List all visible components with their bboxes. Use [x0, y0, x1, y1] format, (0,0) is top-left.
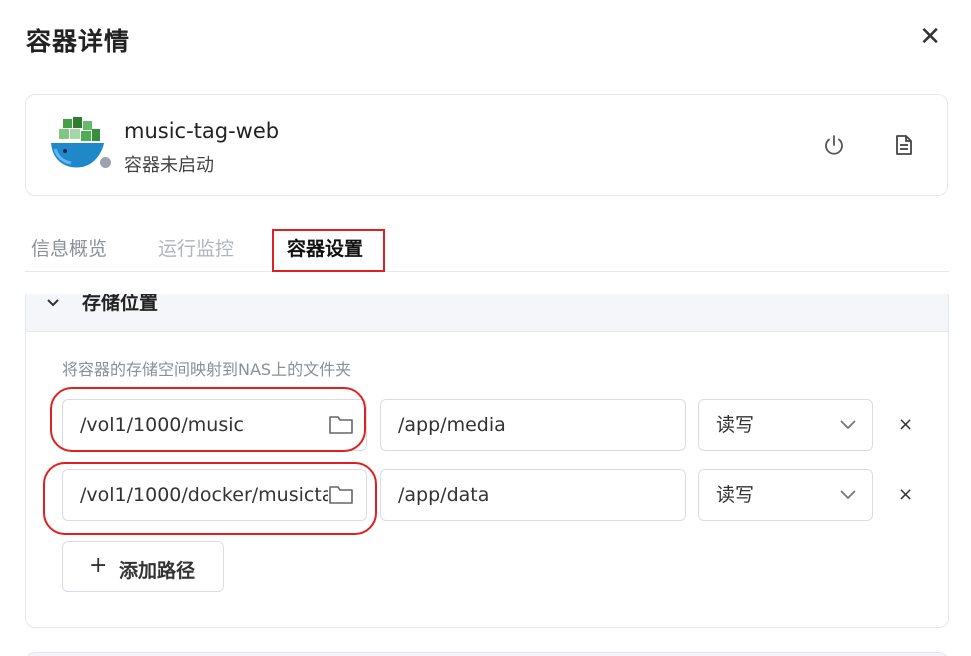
status-dot	[98, 155, 113, 170]
tab-monitor[interactable]: 运行监控	[158, 234, 234, 261]
dialog-title: 容器详情	[26, 27, 131, 56]
annotation-box	[43, 462, 377, 535]
log-file-icon[interactable]	[892, 133, 916, 157]
container-name: music-tag-web	[124, 119, 280, 143]
permission-value: 读写	[716, 414, 755, 436]
storage-section-header[interactable]: 存储位置	[26, 294, 948, 332]
container-card: music-tag-web 容器未启动	[25, 94, 948, 196]
add-path-button[interactable]: + 添加路径	[62, 541, 224, 592]
docker-whale-icon	[51, 117, 104, 168]
plus-icon: +	[89, 553, 108, 578]
power-icon[interactable]	[822, 133, 846, 157]
storage-description: 将容器的存储空间映射到NAS上的文件夹	[62, 360, 352, 379]
remove-row-button[interactable]: ×	[898, 484, 914, 505]
chevron-down-icon	[840, 490, 856, 500]
add-path-label: 添加路径	[119, 560, 196, 582]
container-path-input[interactable]: /app/data	[380, 469, 686, 521]
permission-select[interactable]: 读写	[698, 469, 873, 521]
container-status: 容器未启动	[124, 155, 214, 176]
tab-overview[interactable]: 信息概览	[31, 234, 107, 261]
permission-value: 读写	[716, 484, 755, 506]
permission-select[interactable]: 读写	[698, 399, 873, 451]
chevron-down-icon	[840, 420, 856, 430]
annotation-box	[50, 387, 366, 452]
container-path-input[interactable]: /app/media	[380, 399, 686, 451]
tab-annotation-box	[272, 229, 385, 272]
tab-bar: 信息概览 运行监控 容器设置	[25, 226, 949, 272]
dialog-header: 容器详情 ✕	[26, 22, 951, 58]
container-path-value: /app/data	[398, 484, 490, 506]
remove-row-button[interactable]: ×	[898, 414, 914, 435]
close-icon[interactable]: ✕	[919, 22, 941, 52]
container-path-value: /app/media	[398, 414, 506, 436]
storage-section: 存储位置 将容器的存储空间映射到NAS上的文件夹 /vol1/1000/musi…	[25, 294, 949, 628]
storage-section-title: 存储位置	[82, 294, 159, 314]
chevron-down-icon	[47, 299, 59, 307]
next-section-edge	[25, 652, 949, 656]
